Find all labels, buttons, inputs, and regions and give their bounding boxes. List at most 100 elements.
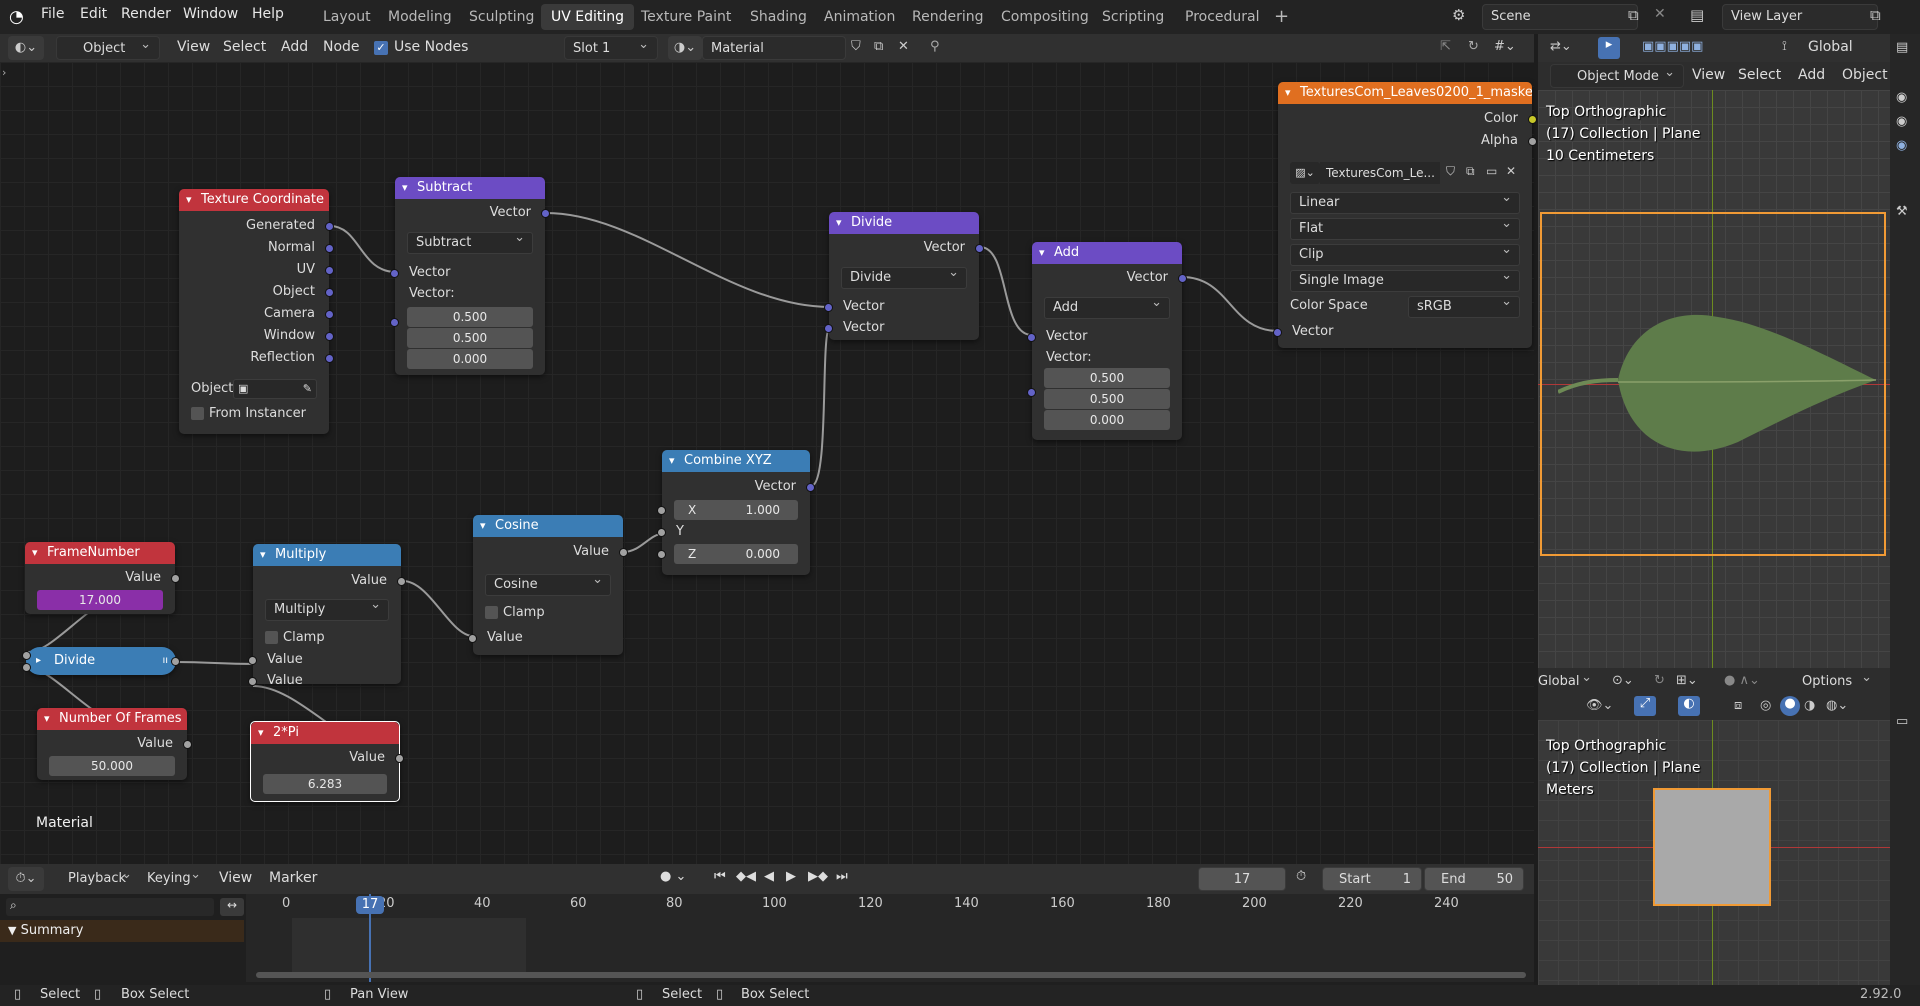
fake-user-shield-icon[interactable]: ⛉	[851, 39, 861, 54]
node-divide[interactable]: Divide Vector Divide Vector Vector	[824, 212, 984, 340]
tab-animation[interactable]: Animation	[814, 4, 905, 30]
socket-input-1[interactable]	[22, 651, 31, 660]
viewport-view-menu[interactable]: View	[1692, 67, 1725, 83]
node-cosine[interactable]: Cosine Value Cosine Clamp Value	[468, 515, 628, 655]
unlink-image-icon[interactable]: ✕	[1506, 164, 1516, 178]
menu-help[interactable]: Help	[252, 6, 284, 22]
tab-sculpting[interactable]: Sculpting	[459, 4, 544, 30]
value-z[interactable]: Z 0.000	[674, 544, 798, 564]
socket-input-vector-1[interactable]	[824, 303, 833, 312]
node-editor-canvas[interactable]: › Texture Coordinate Generated Normal UV…	[0, 62, 1537, 864]
shading-solid-icon[interactable]: ●	[1780, 696, 1800, 716]
two-pi-value[interactable]: 6.283	[263, 774, 387, 794]
viewport-bottom[interactable]: Global ⊙⌄ ↻ ⊞⌄ ● ∧⌄ Options 👁⌄ ⤢ ◐ ⧈ ◎ ●…	[1538, 666, 1890, 985]
source-dropdown[interactable]: Single Image	[1290, 266, 1520, 292]
orientation-icon[interactable]: ⟟	[1782, 39, 1787, 54]
socket-input-value[interactable]	[468, 634, 477, 643]
viewport-top[interactable]: Object Mode View Select Add Object Top O…	[1538, 61, 1890, 668]
summary-row[interactable]: ▼ Summary	[0, 920, 244, 942]
object-field[interactable]: ▣ ✎	[233, 379, 317, 399]
socket-output-vector[interactable]	[1178, 274, 1187, 283]
node-header[interactable]: Cosine	[473, 515, 623, 537]
node-header[interactable]: Combine XYZ	[662, 450, 810, 472]
timeline-search-field[interactable]: ⌕	[6, 898, 214, 916]
operation-dropdown[interactable]: Multiply	[265, 595, 389, 621]
preview-range-icon[interactable]: ⏱	[1296, 869, 1306, 884]
menu-add[interactable]: Add	[281, 39, 308, 55]
tool-icon[interactable]: ⚒	[1896, 204, 1908, 219]
operation-dropdown[interactable]: Divide	[841, 263, 967, 289]
socket-input-vector[interactable]	[1273, 328, 1282, 337]
tab-compositing[interactable]: Compositing	[991, 4, 1099, 30]
playhead-frame-badge[interactable]: 17	[356, 896, 384, 914]
node-framenumber[interactable]: FrameNumber Value 17.000	[25, 542, 180, 614]
socket-object[interactable]	[325, 288, 334, 297]
fake-user-icon[interactable]: ⛉	[1446, 164, 1455, 179]
socket-output-value[interactable]	[171, 574, 180, 583]
play-reverse-icon[interactable]: ◀	[764, 869, 774, 884]
socket-output-value[interactable]	[183, 740, 192, 749]
view-layer-icon[interactable]: ▤	[1690, 6, 1704, 24]
operation-dropdown[interactable]: Subtract	[407, 228, 533, 254]
value-z[interactable]: 0.000	[407, 349, 533, 369]
socket-input-value-1[interactable]	[248, 656, 257, 665]
shading-material-icon[interactable]: ◑	[1804, 698, 1815, 713]
node-header[interactable]: Add	[1032, 242, 1182, 264]
color-space-dropdown[interactable]: sRGB	[1408, 292, 1520, 318]
duplicate-material-icon[interactable]: ⧉	[874, 39, 883, 54]
socket-output-vector[interactable]	[806, 483, 815, 492]
image-name-field[interactable]: TexturesCom_Le...	[1320, 162, 1440, 184]
socket-input-value-2[interactable]	[248, 677, 257, 686]
socket-input-vector-1[interactable]	[1027, 333, 1036, 342]
menu-file[interactable]: File	[41, 6, 64, 22]
pivot-icon[interactable]: ⊙⌄	[1612, 673, 1634, 688]
tab-procedural[interactable]: Procedural	[1175, 4, 1270, 30]
editor-type-icon[interactable]: ▤	[1896, 40, 1908, 55]
play-icon[interactable]: ▶	[786, 869, 796, 884]
tab-rendering[interactable]: Rendering	[902, 4, 994, 30]
socket-input-x[interactable]	[657, 506, 666, 515]
snap-grid-icon[interactable]: #⌄	[1494, 39, 1516, 54]
operation-dropdown[interactable]: Add	[1044, 293, 1170, 319]
socket-camera[interactable]	[325, 310, 334, 319]
socket-input-vector-2[interactable]	[1027, 388, 1036, 397]
value-x[interactable]: 0.500	[1044, 368, 1170, 388]
snap-icon[interactable]: ↻	[1468, 39, 1479, 54]
menu-select[interactable]: Select	[223, 39, 266, 55]
value-z[interactable]: 0.000	[1044, 410, 1170, 430]
value-y[interactable]: 0.500	[407, 328, 533, 348]
scene-field[interactable]: Scene	[1482, 4, 1638, 30]
node-multiply[interactable]: Multiply Value Multiply Clamp Value Valu…	[248, 544, 406, 688]
node-header[interactable]: Divide	[829, 212, 979, 234]
duplicate-image-icon[interactable]: ⧉	[1466, 164, 1475, 179]
node-add[interactable]: Add Vector Add Vector Vector: 0.500 0.50…	[1027, 242, 1187, 440]
options-dropdown[interactable]: Options	[1794, 666, 1880, 694]
socket-generated[interactable]	[325, 222, 334, 231]
node-header[interactable]: FrameNumber	[25, 542, 175, 564]
select-mode-icons[interactable]: ▣▣▣▣▣	[1642, 39, 1703, 54]
proportional-icon[interactable]: ● ∧⌄	[1724, 673, 1760, 688]
interpolation-dropdown[interactable]: Linear	[1290, 188, 1520, 214]
visibility-eye-icon-2[interactable]: ◉	[1896, 114, 1907, 129]
socket-output-color[interactable]	[1528, 115, 1537, 124]
keying-menu[interactable]: Keying	[139, 863, 209, 891]
start-frame-field[interactable]: Start 1	[1322, 867, 1422, 891]
socket-input-y[interactable]	[657, 528, 666, 537]
timeline-scrollbar[interactable]	[256, 972, 1526, 978]
current-frame-field[interactable]: 17	[1198, 867, 1286, 891]
socket-input-vector-2[interactable]	[824, 324, 833, 333]
frame-value[interactable]: 17.000	[37, 590, 163, 610]
value-x[interactable]: X 1.000	[674, 500, 798, 520]
use-nodes-checkbox[interactable]: ✓	[374, 41, 388, 55]
scene-icon[interactable]: ⚙	[1452, 6, 1465, 24]
timeline-editor-type-icon[interactable]: ⏱⌄	[8, 867, 44, 891]
menu-window[interactable]: Window	[183, 6, 238, 22]
xray-icon[interactable]: ⧈	[1734, 698, 1742, 713]
visibility-eye-icon-1[interactable]: ◉	[1896, 90, 1907, 105]
viewport-select-menu[interactable]: Select	[1738, 67, 1781, 83]
value-y[interactable]: 0.500	[1044, 389, 1170, 409]
material-name-field[interactable]: Material	[702, 36, 846, 60]
socket-reflection[interactable]	[325, 354, 334, 363]
visibility-eye-icon-3[interactable]: ◉	[1896, 138, 1907, 153]
viewport-add-menu[interactable]: Add	[1798, 67, 1825, 83]
